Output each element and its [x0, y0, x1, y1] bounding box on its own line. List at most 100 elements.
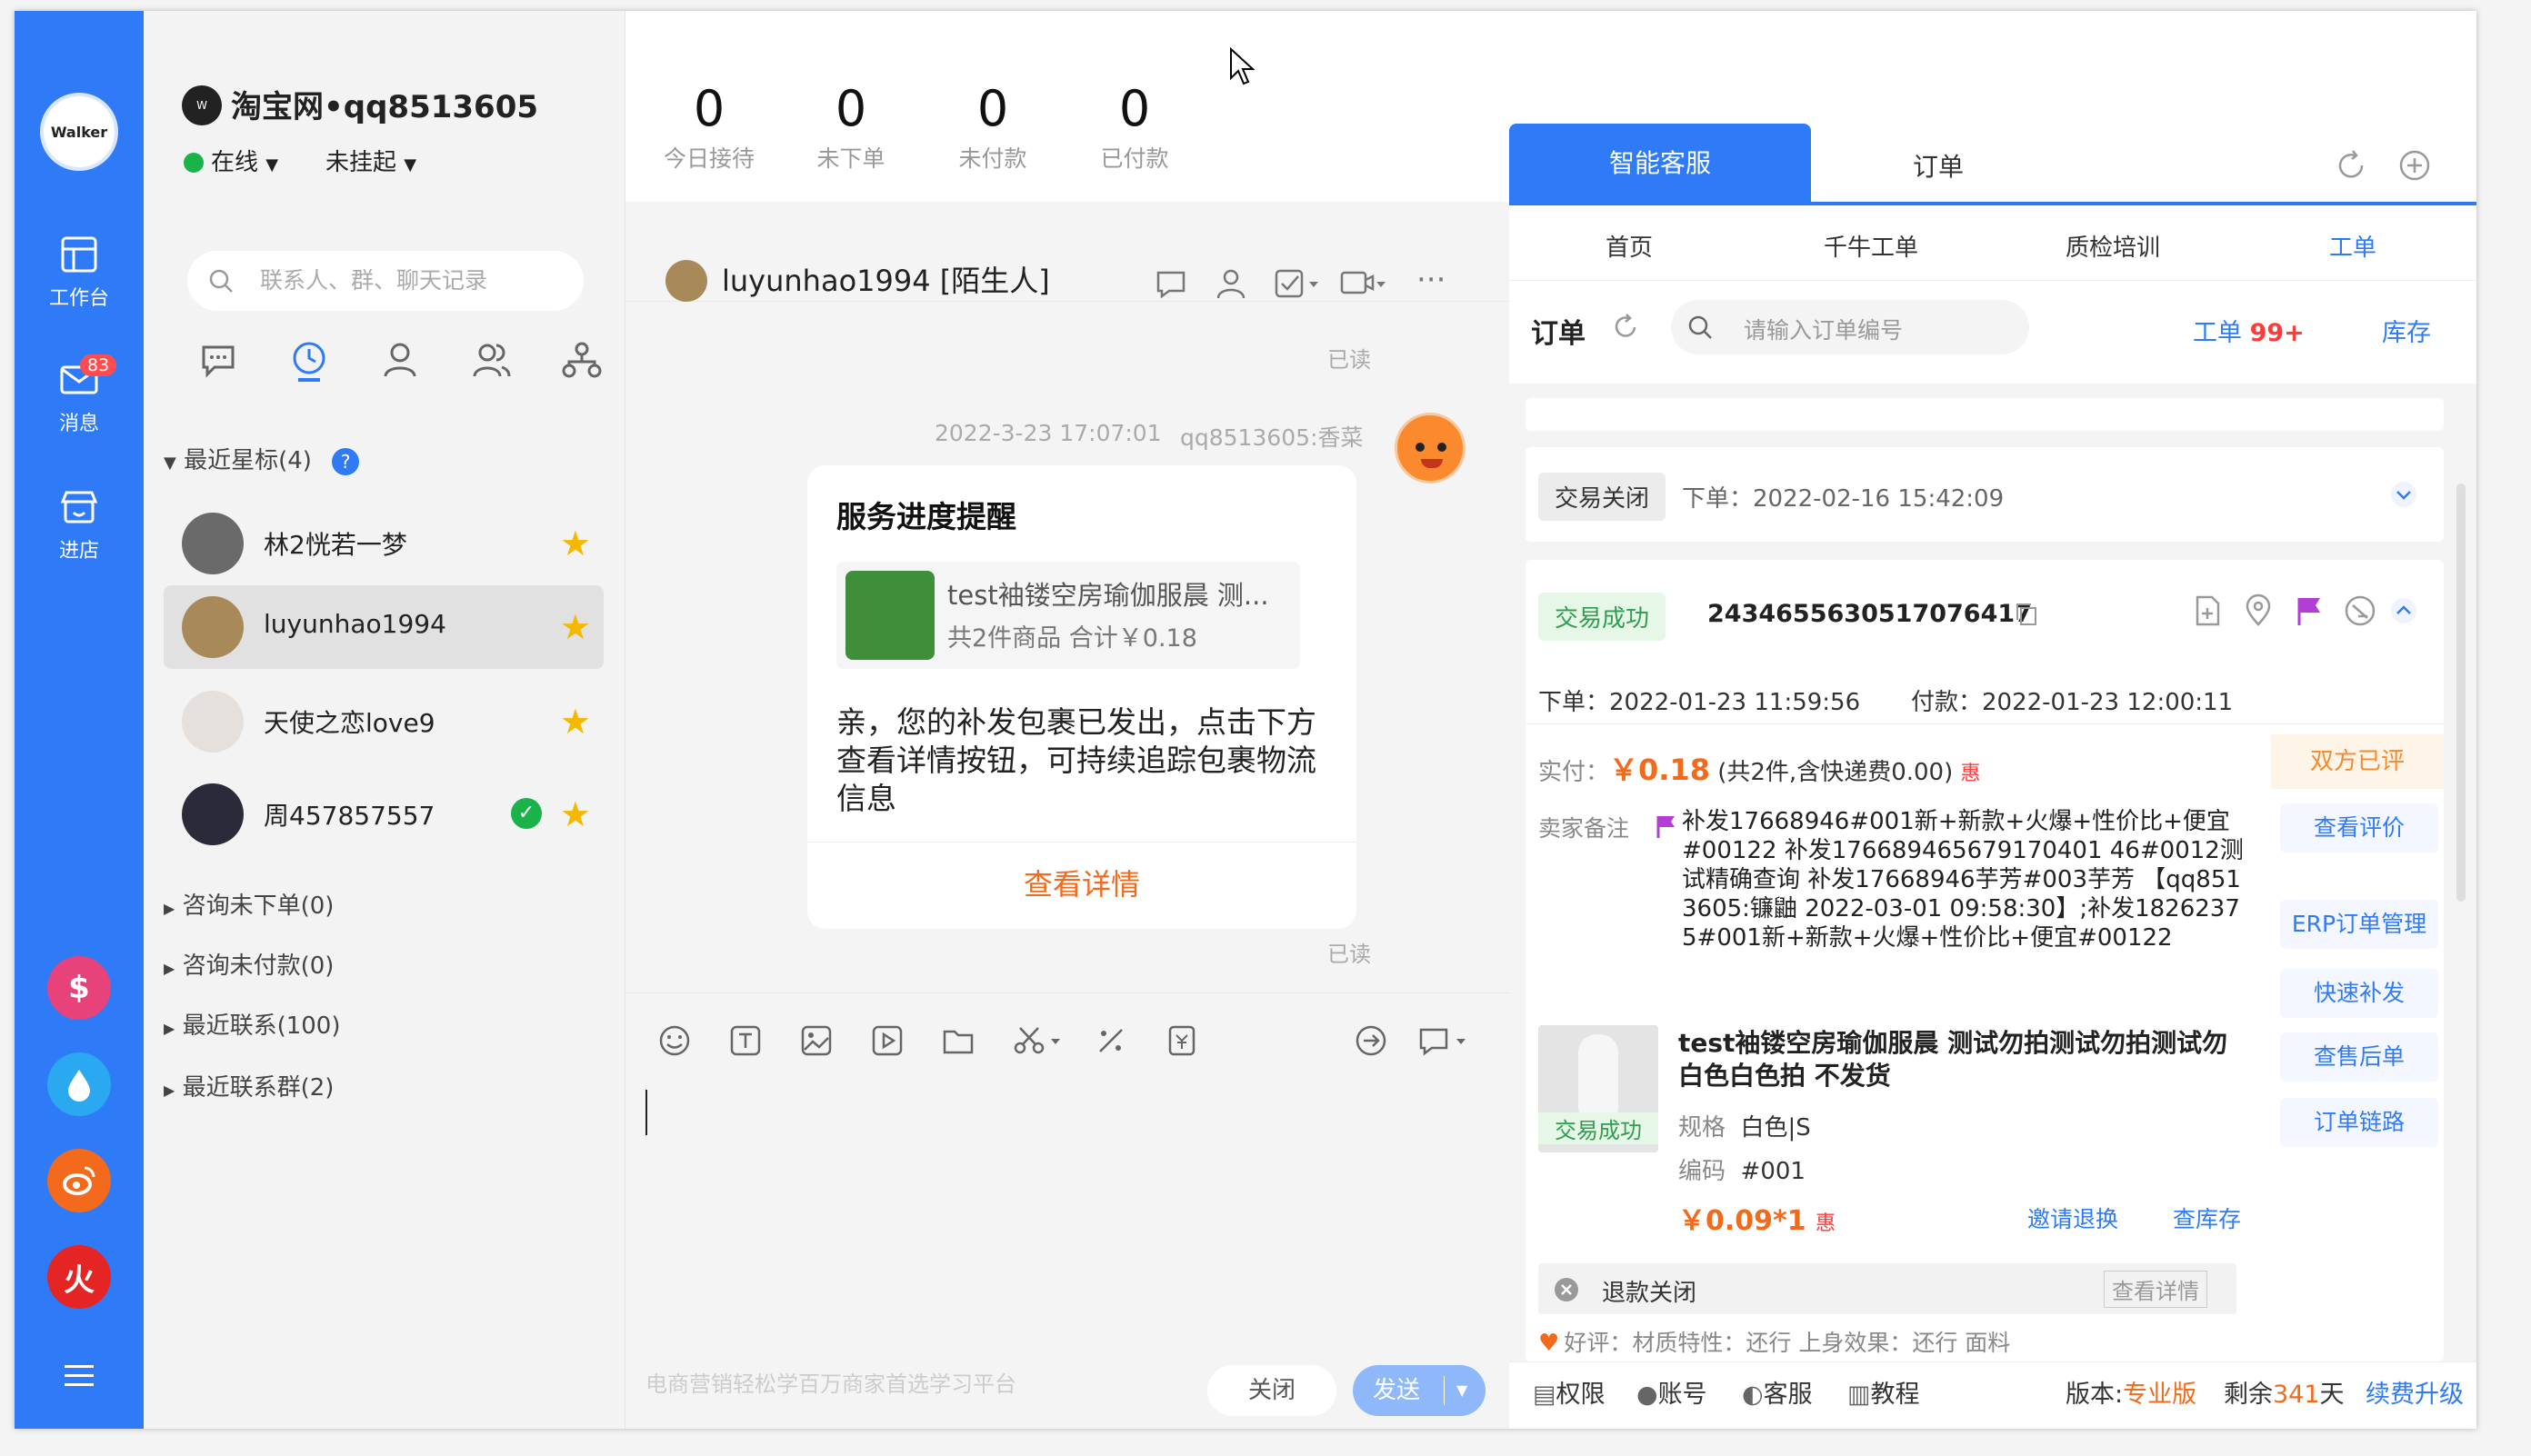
- nav-item-store[interactable]: 进店: [15, 485, 144, 585]
- order-search-input[interactable]: 请输入订单编号: [1671, 300, 2029, 354]
- nav-item-label: 进店: [58, 540, 99, 563]
- order-card-closed[interactable]: 交易关闭 下单：2022-02-16 15:42:09: [1526, 447, 2444, 542]
- group-recent-contacts[interactable]: ▶ 最近联系(100): [164, 1007, 341, 1041]
- contact-search-input[interactable]: 联系人、群、聊天记录: [187, 251, 584, 311]
- product-summary[interactable]: test袖镂空房瑜伽服晨 测... 共2件商品 合计￥0.18: [836, 562, 1300, 669]
- contact-row[interactable]: 周457857557 ✓ ★: [164, 773, 604, 856]
- stat-label: 未下单: [816, 145, 885, 172]
- copy-icon[interactable]: [2013, 600, 2040, 627]
- screenshot-scissors-icon[interactable]: [1011, 1022, 1065, 1059]
- permissions-link[interactable]: ▤权限: [1533, 1374, 1606, 1410]
- nav-item-workbench[interactable]: 工作台: [15, 233, 144, 333]
- account-link[interactable]: ●账号: [1636, 1374, 1707, 1410]
- refund-details-button[interactable]: 查看详情: [2104, 1271, 2207, 1308]
- star-icon[interactable]: ★: [560, 702, 591, 742]
- flag-icon[interactable]: [2291, 593, 2327, 629]
- close-chat-button[interactable]: 关闭: [1207, 1365, 1336, 1416]
- subtab-qc-training[interactable]: 质检培训: [2066, 229, 2160, 263]
- emoji-icon[interactable]: [656, 1022, 693, 1059]
- app-shortcut-droplet[interactable]: [47, 1052, 111, 1116]
- more-options-icon[interactable]: ···: [1416, 262, 1446, 298]
- order-trace-button[interactable]: 订单链路: [2280, 1098, 2438, 1147]
- erp-order-manage-button[interactable]: ERP订单管理: [2280, 900, 2438, 949]
- subtab-home[interactable]: 首页: [1606, 229, 1653, 263]
- order-refresh-icon[interactable]: [1609, 311, 1642, 344]
- order-card-collapsed-top: [1526, 398, 2444, 431]
- stat-paid[interactable]: 0 已付款: [1071, 80, 1198, 174]
- orders-scrollbar[interactable]: [2456, 484, 2466, 902]
- quick-reply-icon[interactable]: [1153, 265, 1189, 302]
- nav-item-messages[interactable]: 83 消息: [15, 354, 144, 458]
- online-status-dropdown[interactable]: 在线 ▼: [184, 144, 278, 177]
- user-profile-icon[interactable]: [1213, 265, 1249, 302]
- app-shortcut-money[interactable]: $: [47, 956, 111, 1020]
- invite-refund-link[interactable]: 邀请退换: [2027, 1202, 2118, 1234]
- message-input-area[interactable]: 电商营销轻松学百万商家首选学习平台: [625, 992, 1509, 1429]
- folder-icon[interactable]: [940, 1022, 976, 1059]
- task-check-icon[interactable]: [1273, 265, 1324, 302]
- subtab-ticket[interactable]: 工单: [2329, 229, 2376, 263]
- group-consult-unordered[interactable]: ▶ 咨询未下单(0): [164, 887, 334, 921]
- discount-icon[interactable]: [1093, 1022, 1129, 1059]
- version-label: 版本:: [2066, 1381, 2124, 1409]
- after-sales-button[interactable]: 查售后单: [2280, 1032, 2438, 1082]
- contact-row[interactable]: 林2恍若一梦 ★: [164, 502, 604, 585]
- app-shortcut-weibo[interactable]: [47, 1149, 111, 1212]
- ticket-link[interactable]: 工单 99+: [2193, 313, 2305, 348]
- recent-clock-tab-icon[interactable]: [287, 338, 331, 382]
- video-call-icon[interactable]: [1338, 265, 1389, 302]
- chat-tab-icon[interactable]: [196, 338, 240, 382]
- view-details-button[interactable]: 查看详情: [807, 862, 1356, 903]
- stat-value: 0: [1118, 80, 1151, 137]
- discount-mark: 惠: [1816, 1212, 1836, 1235]
- contact-row[interactable]: 天使之恋love9 ★: [164, 680, 604, 763]
- group-consult-unpaid[interactable]: ▶ 咨询未付款(0): [164, 947, 334, 981]
- online-status-label: 在线: [211, 149, 259, 176]
- stat-unpaid[interactable]: 0 未付款: [929, 80, 1056, 174]
- quick-reship-button[interactable]: 快速补发: [2280, 969, 2438, 1018]
- help-icon[interactable]: ?: [332, 448, 360, 475]
- add-circle-icon[interactable]: [2396, 147, 2433, 184]
- hangup-status-dropdown[interactable]: 未挂起 ▼: [325, 144, 416, 177]
- contact-person-tab-icon[interactable]: [378, 338, 422, 382]
- image-icon[interactable]: [798, 1022, 835, 1059]
- location-icon[interactable]: [2240, 593, 2276, 629]
- contact-row-selected[interactable]: luyunhao1994 ★: [164, 585, 604, 669]
- stat-today-received[interactable]: 0 今日接待: [645, 80, 773, 174]
- customer-service-link[interactable]: ◐客服: [1742, 1374, 1813, 1410]
- chevron-down-icon[interactable]: [2389, 480, 2418, 509]
- star-icon[interactable]: ★: [560, 794, 591, 834]
- service-agent-icon[interactable]: [2342, 593, 2378, 629]
- renew-upgrade-link[interactable]: 续费升级: [2366, 1374, 2464, 1410]
- org-tree-tab-icon[interactable]: [560, 338, 604, 382]
- group-recent-groups[interactable]: ▶ 最近联系群(2): [164, 1069, 334, 1102]
- group-tab-icon[interactable]: [469, 338, 513, 382]
- tab-smart-service[interactable]: 智能客服: [1509, 124, 1811, 204]
- item-title[interactable]: test袖镂空房瑜伽服晨 测试勿拍测试勿拍测试勿白色白色拍 不发货: [1678, 1027, 2242, 1092]
- caret-right-icon: ▶: [164, 900, 175, 917]
- text-format-icon[interactable]: [727, 1022, 764, 1059]
- view-review-button[interactable]: 查看评价: [2280, 803, 2438, 853]
- message-settings-icon[interactable]: [1416, 1022, 1471, 1059]
- video-icon[interactable]: [869, 1022, 905, 1059]
- chevron-up-icon[interactable]: [2389, 596, 2418, 625]
- stat-not-ordered[interactable]: 0 未下单: [787, 80, 915, 174]
- star-icon[interactable]: ★: [560, 607, 591, 647]
- send-button[interactable]: 发送 ▼: [1353, 1365, 1486, 1416]
- coupon-icon[interactable]: [1164, 1022, 1200, 1059]
- star-icon[interactable]: ★: [560, 524, 591, 563]
- tab-orders[interactable]: 订单: [1913, 147, 1964, 184]
- add-document-icon[interactable]: [2189, 593, 2226, 629]
- tutorial-link[interactable]: ▥教程: [1847, 1374, 1920, 1410]
- send-options-caret-icon[interactable]: ▼: [1456, 1365, 1467, 1416]
- refresh-icon[interactable]: [2333, 147, 2369, 184]
- stock-link[interactable]: 库存: [2382, 313, 2431, 348]
- divider: [1509, 280, 2476, 281]
- starred-section-header[interactable]: ▼ 最近星标(4) ?: [164, 442, 360, 475]
- transfer-icon[interactable]: [1353, 1022, 1389, 1059]
- subtab-qianniu-ticket[interactable]: 千牛工单: [1824, 229, 1918, 263]
- app-shortcut-fire[interactable]: 火: [47, 1245, 111, 1309]
- menu-icon[interactable]: [65, 1365, 94, 1386]
- version-info: 版本:专业版: [2066, 1374, 2196, 1410]
- check-stock-link[interactable]: 查库存: [2173, 1202, 2241, 1234]
